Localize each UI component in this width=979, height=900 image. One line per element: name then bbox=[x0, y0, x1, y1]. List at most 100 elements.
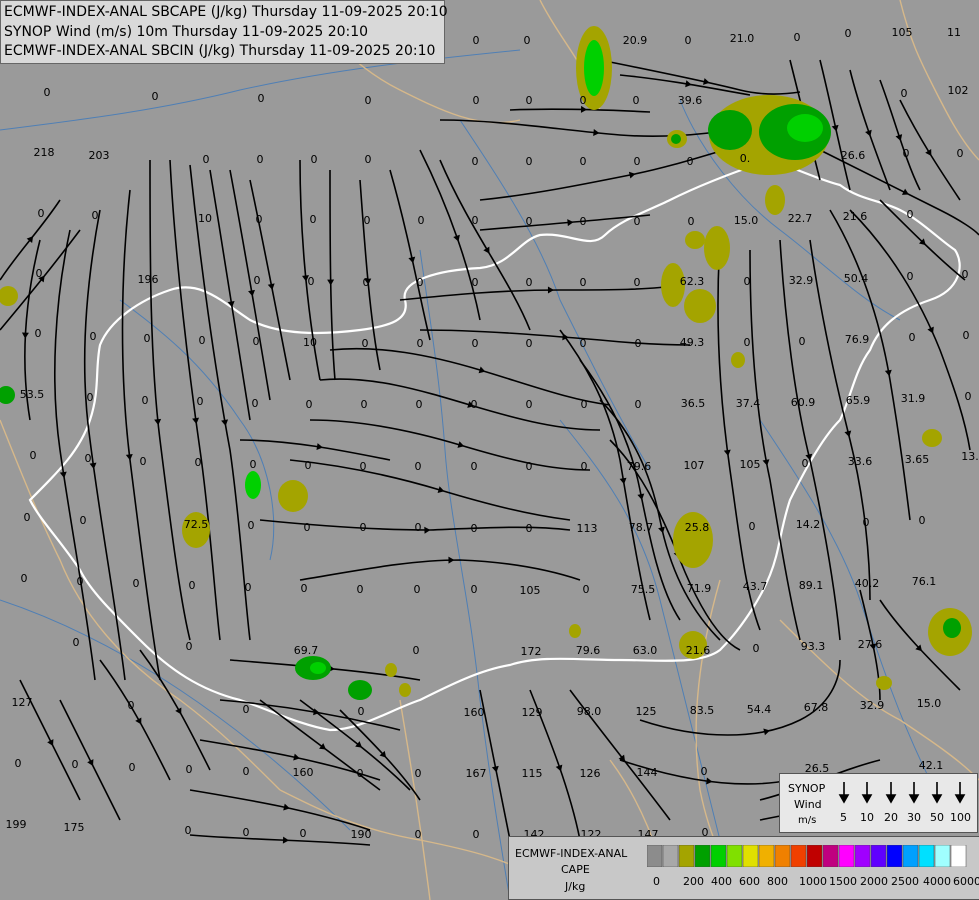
cape-value-label: 0 bbox=[21, 572, 28, 585]
cape-value-label: 160 bbox=[293, 766, 314, 779]
cape-value-label: 0 bbox=[358, 705, 365, 718]
cape-value-label: 105 bbox=[740, 458, 761, 471]
cape-value-label: 0 bbox=[253, 335, 260, 348]
cape-value-label: 22.7 bbox=[788, 212, 813, 225]
cape-value-label: 127 bbox=[12, 696, 33, 709]
cape-color-swatch bbox=[710, 845, 727, 867]
cape-color-swatch bbox=[902, 845, 919, 867]
cape-value-label: 21.6 bbox=[843, 210, 868, 223]
cape-value-label: 0 bbox=[415, 521, 422, 534]
wind-speed-20: 20 bbox=[884, 811, 898, 824]
cape-value-label: 0 bbox=[685, 34, 692, 47]
cape-value-label: 0 bbox=[364, 214, 371, 227]
cape-value-label: 102 bbox=[948, 84, 969, 97]
cape-value-label: 0 bbox=[144, 332, 151, 345]
cape-value-label: 0 bbox=[414, 583, 421, 596]
cape-tick-label: 0 bbox=[653, 875, 660, 888]
cape-value-label: 60.9 bbox=[791, 396, 816, 409]
cape-value-label: 0 bbox=[243, 765, 250, 778]
cape-value-label: 0 bbox=[526, 460, 533, 473]
cape-value-label: 0 bbox=[524, 34, 531, 47]
cape-value-label: 0 bbox=[304, 521, 311, 534]
streamline-arrow-icon bbox=[327, 279, 335, 286]
cape-color-swatch bbox=[647, 845, 663, 867]
cape-tick-label: 1500 bbox=[829, 875, 857, 888]
cape-value-label: 125 bbox=[636, 705, 657, 718]
cape-value-label: 67.8 bbox=[804, 701, 829, 714]
cape-value-label: 105 bbox=[892, 26, 913, 39]
streamline-arrow-icon bbox=[47, 739, 54, 746]
cape-value-label: 218 bbox=[34, 146, 55, 159]
cape-value-label: 0 bbox=[526, 337, 533, 350]
streamline-arrow-icon bbox=[282, 836, 290, 844]
cape-value-label: 0 bbox=[360, 521, 367, 534]
cape-value-label: 0 bbox=[583, 583, 590, 596]
cape-value-label: 0 bbox=[909, 331, 916, 344]
cape-value-label: 0 bbox=[471, 522, 478, 535]
cape-tick-label: 2000 bbox=[860, 875, 888, 888]
cape-value-label: 0 bbox=[749, 520, 756, 533]
wind-speed-30: 30 bbox=[907, 811, 921, 824]
map-title-box: ECMWF-INDEX-ANAL SBCAPE (J/kg) Thursday … bbox=[0, 0, 448, 64]
cape-value-label: 0 bbox=[301, 582, 308, 595]
map-view: 20.9 0 21.0 0 0 105 11 0 0 0 0 0 0 0 0 0 0 39.6 0 102 218 203… bbox=[0, 0, 979, 900]
cape-value-label: 0 bbox=[73, 636, 80, 649]
cape-value-label: 0 bbox=[300, 827, 307, 840]
cape-value-label: 0 bbox=[189, 579, 196, 592]
cape-value-label: 31.9 bbox=[901, 392, 926, 405]
cape-value-label: 0 bbox=[415, 460, 422, 473]
cape-value-label: 0 bbox=[633, 94, 640, 107]
cape-value-label: 190 bbox=[351, 828, 372, 841]
cape-color-swatch bbox=[886, 845, 903, 867]
streamline-arrow-icon bbox=[555, 764, 563, 772]
cape-value-label: 172 bbox=[521, 645, 542, 658]
cape-value-label: 0 bbox=[199, 334, 206, 347]
cape-legend: ECMWF-INDEX-ANAL CAPE J/kg 0 200 400 600 800… bbox=[508, 836, 979, 900]
cape-legend-title: ECMWF-INDEX-ANAL bbox=[515, 847, 628, 860]
cape-value-label: 37.4 bbox=[736, 397, 761, 410]
streamline-arrow-icon bbox=[87, 759, 94, 766]
streamline-arrow-icon bbox=[593, 129, 600, 137]
cape-value-label: 69.7 bbox=[294, 644, 319, 657]
streamline-arrow-icon bbox=[125, 453, 133, 461]
cape-value-label: 0 bbox=[360, 460, 367, 473]
cape-value-label: 0 bbox=[901, 87, 908, 100]
cape-value-label: 0. bbox=[740, 152, 751, 165]
cape-value-label: 0 bbox=[363, 276, 370, 289]
cape-value-label: 0 bbox=[258, 92, 265, 105]
cape-value-label: 32.9 bbox=[789, 274, 814, 287]
cape-value-label: 0 bbox=[472, 214, 479, 227]
cape-value-label: 0 bbox=[580, 215, 587, 228]
cape-color-swatch bbox=[774, 845, 791, 867]
cape-value-label: 0 bbox=[413, 644, 420, 657]
cape-color-swatch bbox=[790, 845, 807, 867]
cape-value-label: 0 bbox=[963, 329, 970, 342]
cape-value-label: 0 bbox=[473, 34, 480, 47]
cape-tick-label: 1000 bbox=[799, 875, 827, 888]
cape-value-label: 0 bbox=[245, 581, 252, 594]
cape-value-label: 0 bbox=[687, 155, 694, 168]
cape-value-label: 203 bbox=[89, 149, 110, 162]
cape-value-label: 0 bbox=[308, 275, 315, 288]
cape-value-label: 0 bbox=[635, 337, 642, 350]
cape-value-label: 0 bbox=[744, 275, 751, 288]
cape-value-label: 53.5 bbox=[20, 388, 45, 401]
cape-value-label: 0 bbox=[526, 398, 533, 411]
streamline-arrow-icon bbox=[453, 234, 460, 242]
wind-streamlines bbox=[0, 59, 979, 846]
cape-value-label: 0 bbox=[38, 207, 45, 220]
cape-value-label: 0 bbox=[580, 155, 587, 168]
cape-value-label: 0 bbox=[688, 215, 695, 228]
cape-tick-label: 600 bbox=[739, 875, 760, 888]
cape-color-swatch bbox=[726, 845, 743, 867]
streamline-arrow-icon bbox=[448, 556, 455, 564]
cape-value-label: 20.9 bbox=[623, 34, 648, 47]
cape-value-label: 0 bbox=[80, 514, 87, 527]
cape-value-label: 0 bbox=[257, 153, 264, 166]
cape-value-label: 0 bbox=[753, 642, 760, 655]
streamline-arrow-icon bbox=[895, 134, 903, 141]
cape-value-label: 0 bbox=[794, 31, 801, 44]
cape-value-label: 62.3 bbox=[680, 275, 705, 288]
cape-value-label: 0 bbox=[580, 94, 587, 107]
cape-value-label: 0 bbox=[471, 398, 478, 411]
